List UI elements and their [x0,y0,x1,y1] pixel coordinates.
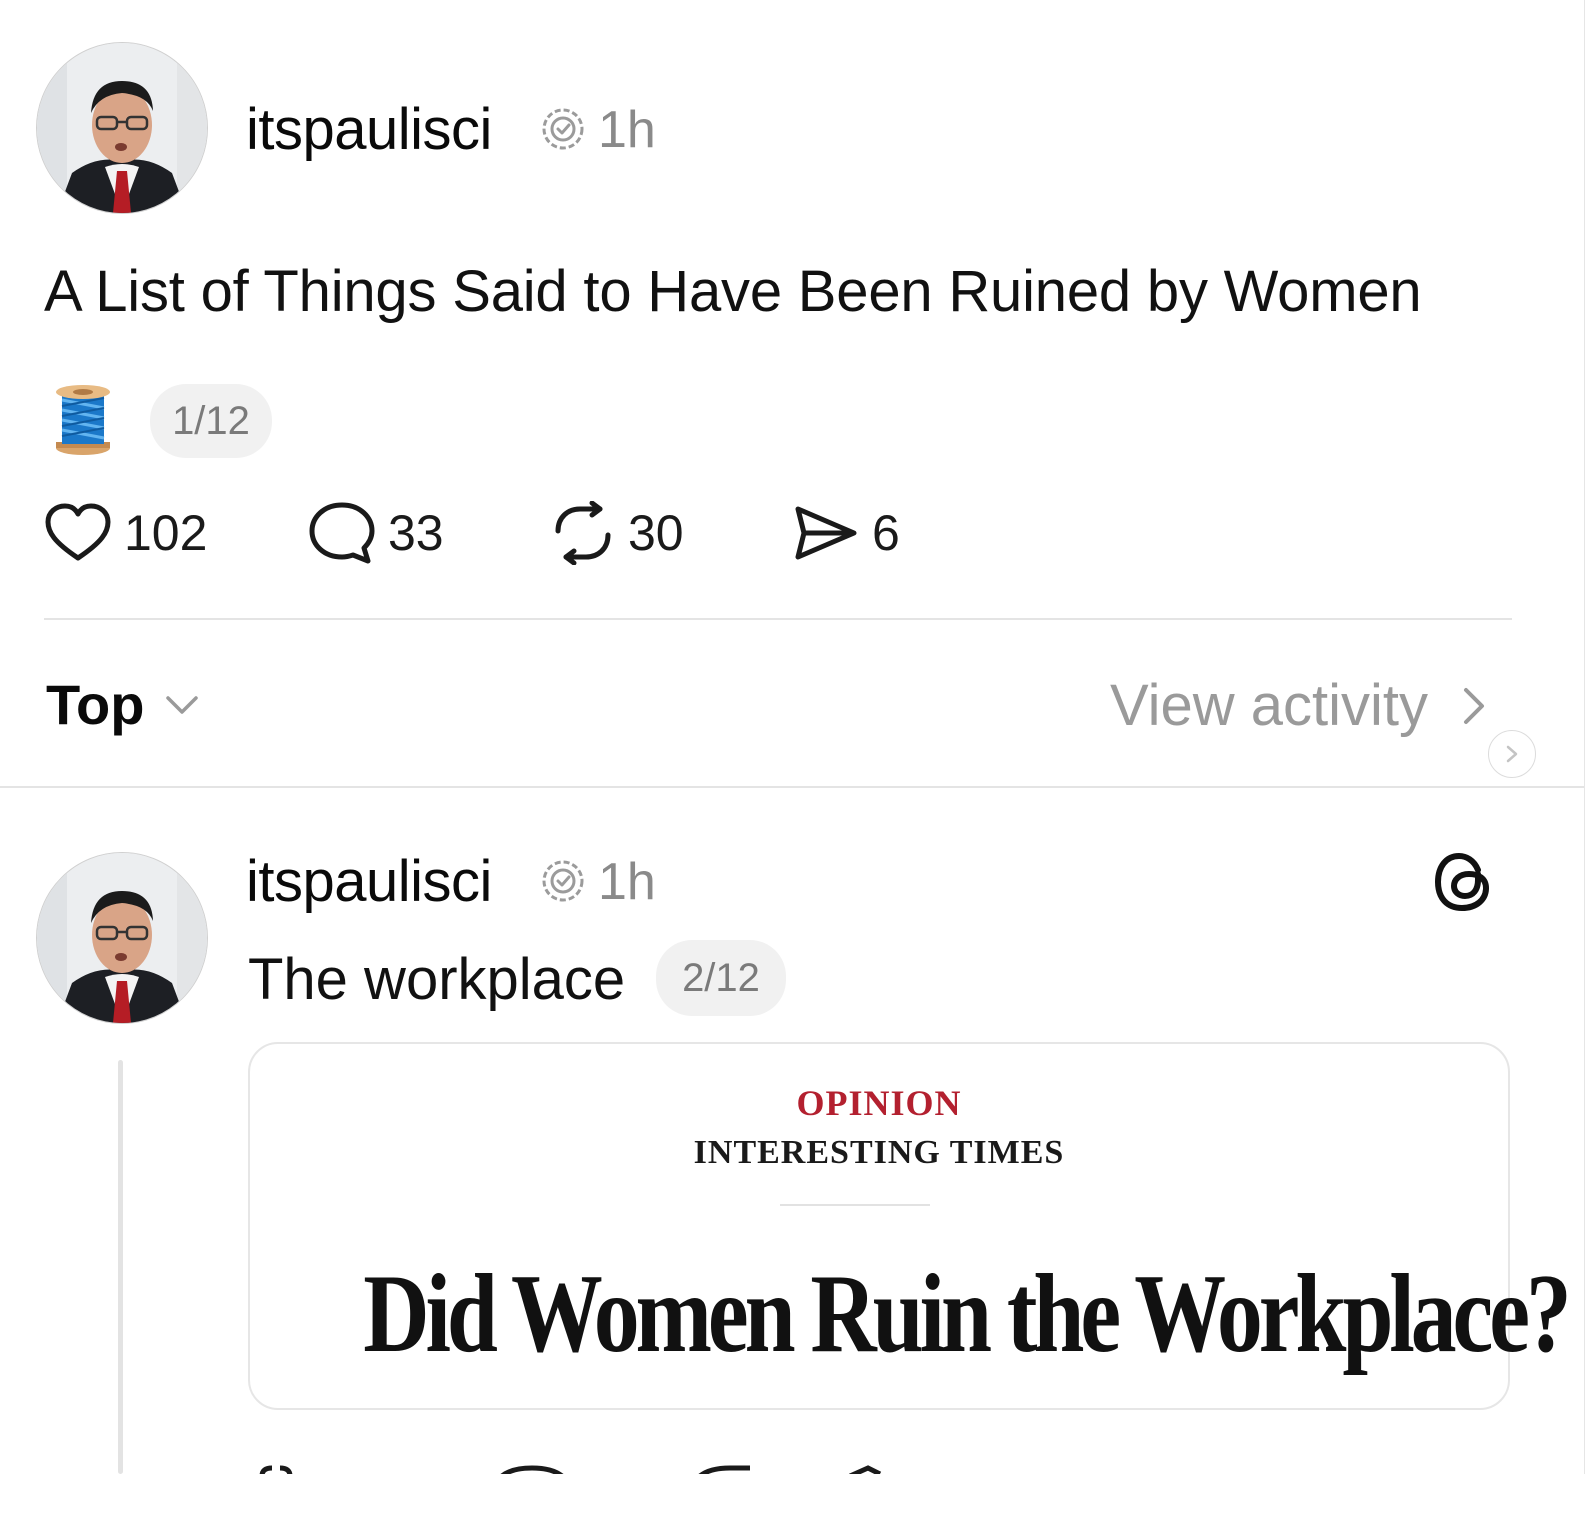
card-section: INTERESTING TIMES [693,1134,1065,1171]
username[interactable]: itspaulisci [246,96,492,163]
post-time: 1h [598,101,656,159]
avatar[interactable] [36,42,208,214]
post-text: A List of Things Said to Have Been Ruine… [44,259,1422,324]
share-button[interactable]: 6 [792,498,900,568]
repost-icon [555,501,611,565]
spool-of-thread-emoji [56,385,110,455]
reply-time: 1h [598,853,656,911]
card-kicker: OPINION [796,1083,962,1123]
article-card[interactable]: OPINION INTERESTING TIMES Did Women Ruin… [248,1042,1572,1410]
thread-connector-line [118,1060,123,1474]
view-activity-label: View activity [1109,673,1428,738]
heart-icon [45,503,111,561]
bottom-margin [0,1474,1592,1524]
reply-username[interactable]: itspaulisci [246,848,492,915]
verified-badge-icon [542,108,584,150]
comment-bubble-icon [309,502,375,564]
repost-count: 30 [628,505,684,561]
comment-button[interactable]: 33 [308,498,444,568]
thread-page-pill: 1/12 [150,384,272,458]
like-count: 102 [124,505,208,561]
thread-page-pill: 2/12 [656,940,786,1016]
chevron-right-icon [1464,687,1484,724]
share-count: 6 [872,505,900,561]
sort-label: Top [46,673,145,736]
chevron-down-icon [166,695,199,714]
send-icon [795,506,857,560]
threads-logo-icon[interactable] [1432,850,1496,914]
divider [44,618,1512,620]
comment-count: 33 [388,505,444,561]
reply-text: The workplace [248,947,626,1012]
verified-badge-icon [542,860,584,902]
window-edge [1584,0,1585,1524]
sort-dropdown[interactable]: Top [46,672,202,737]
card-headline: Did Women Ruin the Workplace? [363,1252,1572,1376]
view-activity-link[interactable]: View activity [1110,672,1488,739]
like-button[interactable]: 102 [44,498,207,568]
chevron-right-icon [1506,745,1518,763]
reply-avatar[interactable] [36,852,208,1024]
next-button[interactable] [1488,730,1536,778]
repost-button[interactable]: 30 [550,498,684,568]
section-divider [0,786,1584,788]
card-rule [780,1204,930,1206]
